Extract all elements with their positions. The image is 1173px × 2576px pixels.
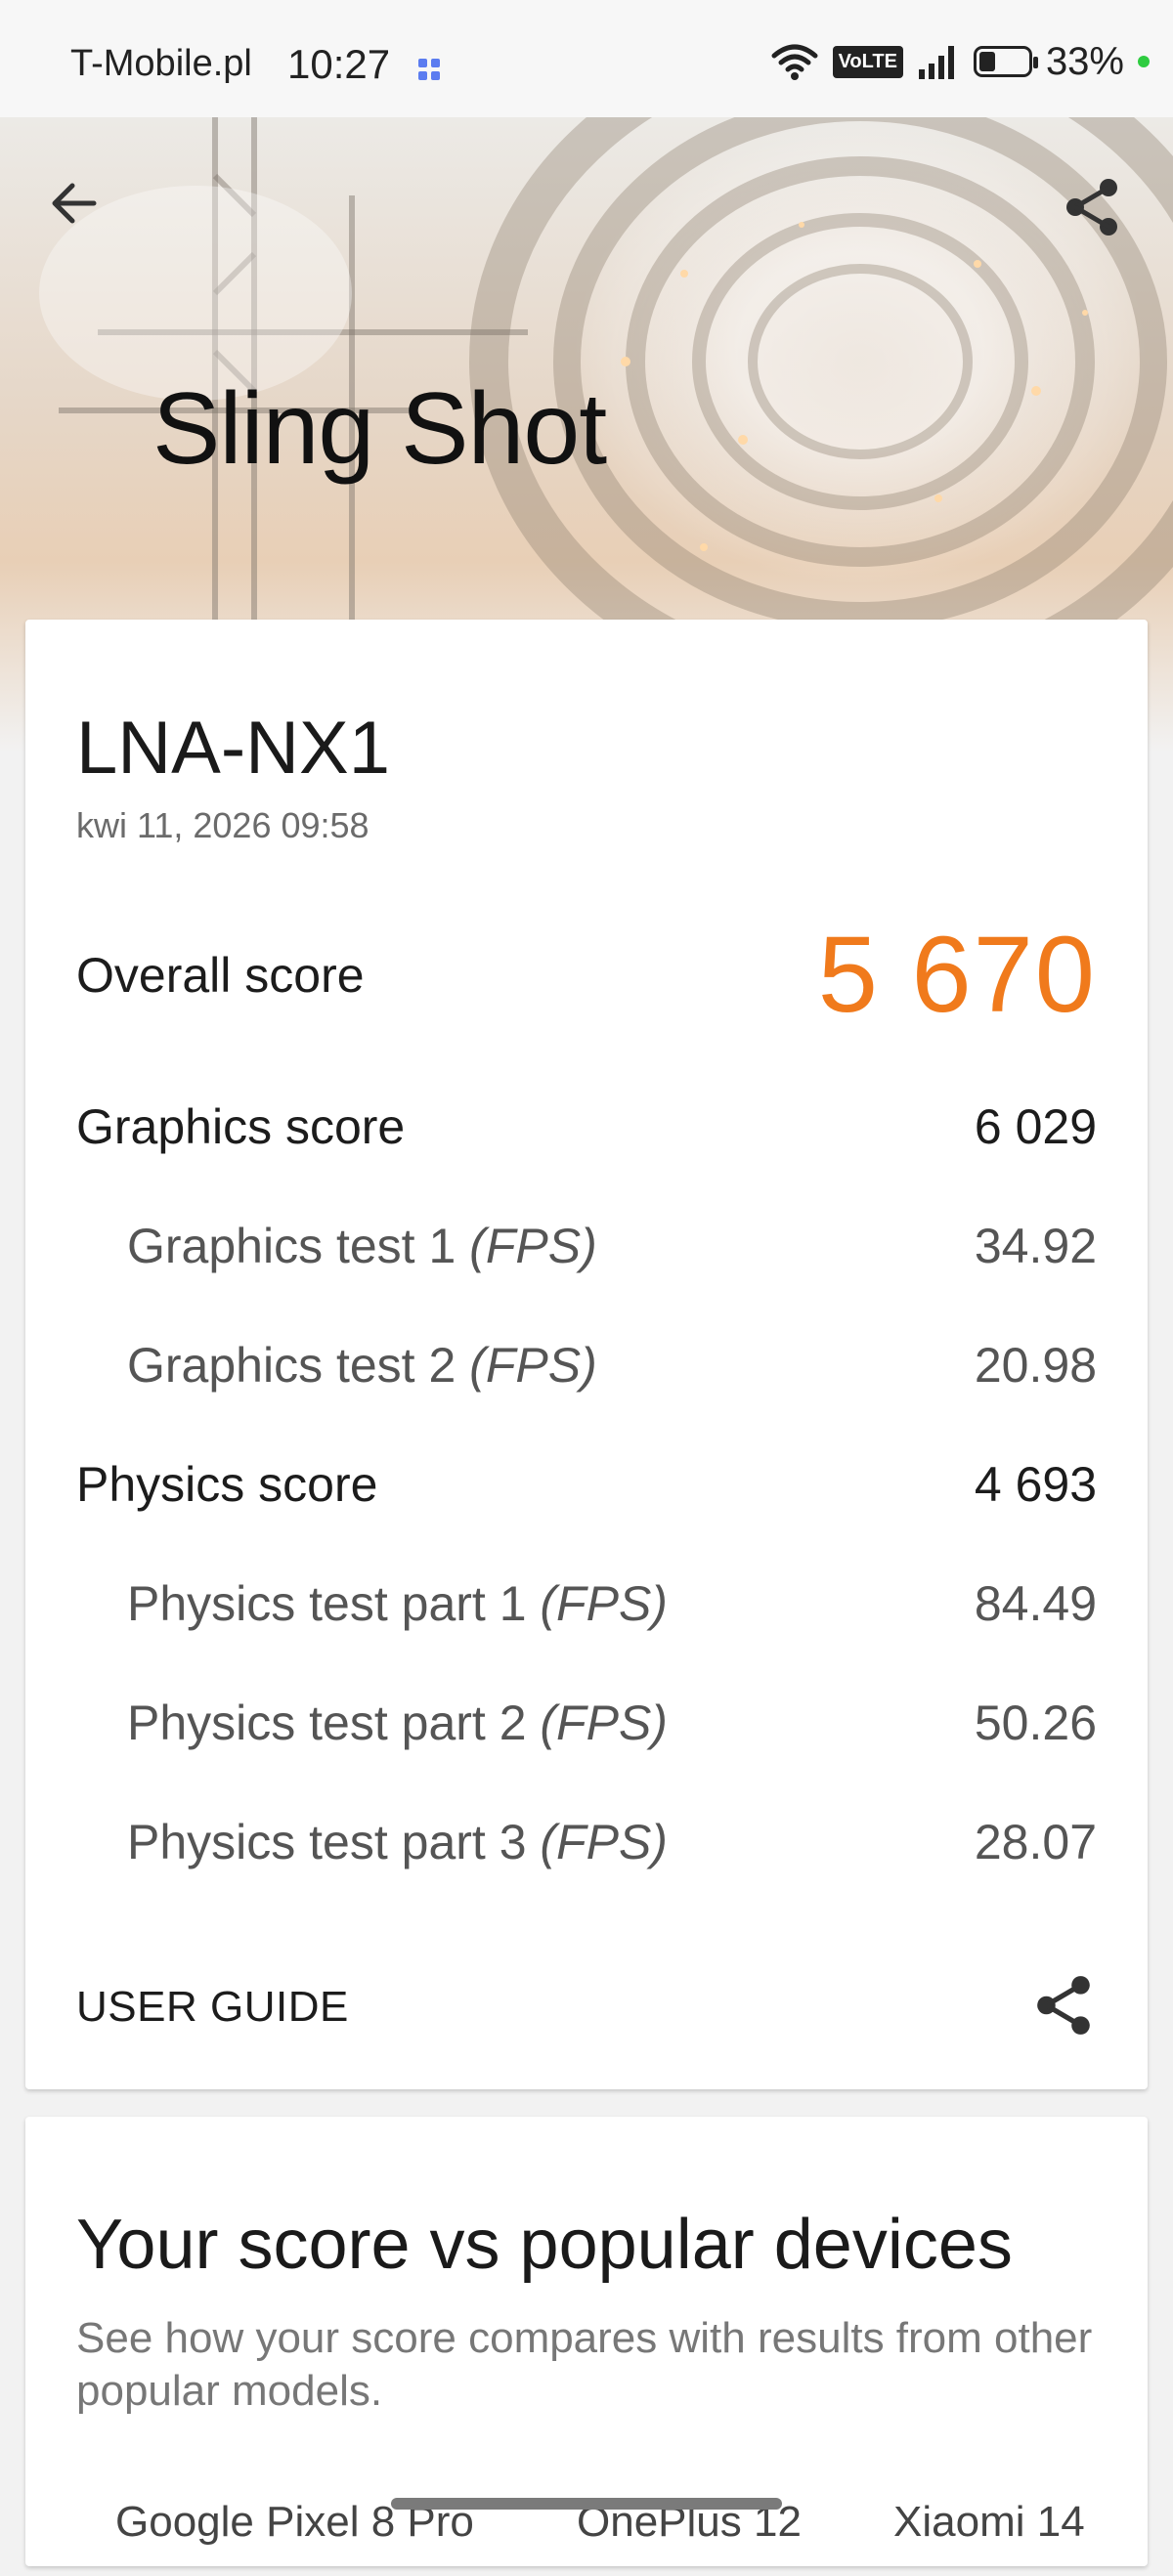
- physics-test-row: Physics test part 1 (FPS) 84.49: [76, 1575, 1097, 1632]
- physics-test-label: Physics test part 1 (FPS): [127, 1576, 668, 1631]
- graphics-test-label: Graphics test 2 (FPS): [127, 1338, 597, 1393]
- clock: 10:27: [287, 41, 391, 87]
- physics-test-label: Physics test part 3 (FPS): [127, 1815, 668, 1869]
- physics-score-label: Physics score: [76, 1457, 378, 1512]
- gesture-navigation-handle[interactable]: [391, 2498, 782, 2510]
- physics-test-value: 28.07: [974, 1815, 1097, 1869]
- overall-score-label: Overall score: [76, 947, 365, 1003]
- arrow-left-icon: [52, 183, 97, 224]
- overall-score-row: Overall score 5 670: [76, 913, 1097, 1037]
- back-button[interactable]: [47, 176, 129, 258]
- share-result-button[interactable]: [1032, 1973, 1097, 2042]
- comparison-title: Your score vs popular devices: [76, 2206, 1013, 2284]
- share-icon: [1037, 1975, 1090, 2035]
- physics-test-value: 84.49: [974, 1576, 1097, 1631]
- graphics-score-value: 6 029: [974, 1099, 1097, 1154]
- privacy-indicator-dot: [1138, 56, 1150, 67]
- result-card: LNA-NX1 kwi 11, 2026 09:58 Overall score…: [25, 620, 1148, 2089]
- graphics-test-row: Graphics test 1 (FPS) 34.92: [76, 1218, 1097, 1274]
- signal-icon: [918, 46, 954, 79]
- share-button[interactable]: [1062, 176, 1144, 258]
- physics-test-row: Physics test part 3 (FPS) 28.07: [76, 1814, 1097, 1870]
- graphics-test-value: 20.98: [974, 1338, 1097, 1393]
- graphics-test-label: Graphics test 1 (FPS): [127, 1219, 597, 1273]
- physics-test-label: Physics test part 2 (FPS): [127, 1696, 668, 1750]
- physics-test-value: 50.26: [974, 1696, 1097, 1750]
- graphics-score-label: Graphics score: [76, 1099, 406, 1154]
- comparison-description: See how your score compares with results…: [76, 2314, 1093, 2415]
- status-bar: T-Mobile.pl 10:27 VoLTE 33%: [0, 0, 1173, 117]
- graphics-score-row: Graphics score 6 029: [76, 1098, 1097, 1155]
- carrier-name: T-Mobile.pl: [70, 43, 252, 84]
- physics-score-value: 4 693: [974, 1457, 1097, 1512]
- wifi-icon: [771, 44, 818, 80]
- graphics-test-row: Graphics test 2 (FPS) 20.98: [76, 1337, 1097, 1394]
- guide-row: USER GUIDE: [76, 1968, 1097, 2046]
- volte-badge: VoLTE: [832, 45, 903, 78]
- comparison-device-list: Google Pixel 8 Pro OnePlus 12 Xiaomi 14: [25, 2498, 1148, 2576]
- physics-score-row: Physics score 4 693: [76, 1456, 1097, 1513]
- battery-percent: 33%: [1045, 39, 1124, 83]
- overall-score-value: 5 670: [817, 915, 1097, 1035]
- battery-icon: [973, 46, 1038, 77]
- share-icon: [1066, 179, 1117, 236]
- device-label: Xiaomi 14: [893, 2498, 1085, 2546]
- page-title: Sling Shot: [152, 372, 607, 486]
- app-notification-icon: [418, 59, 440, 80]
- user-guide-link[interactable]: USER GUIDE: [76, 1983, 349, 2032]
- device-name: LNA-NX1: [76, 707, 390, 790]
- physics-test-row: Physics test part 2 (FPS) 50.26: [76, 1695, 1097, 1751]
- graphics-test-value: 34.92: [974, 1219, 1097, 1273]
- test-datetime: kwi 11, 2026 09:58: [76, 805, 369, 845]
